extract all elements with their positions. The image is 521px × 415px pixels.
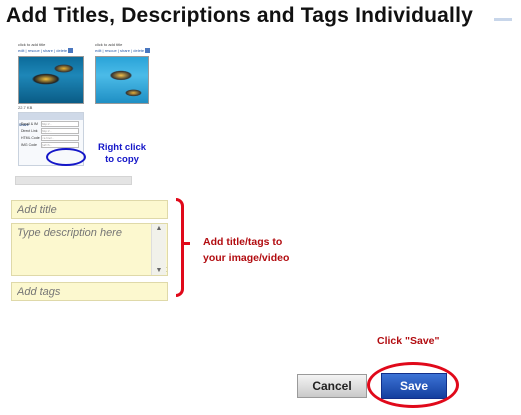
title-input[interactable] — [11, 200, 168, 219]
thumbnail-actions[interactable]: edit | rescue | share | delete — [95, 48, 151, 54]
share-row-label: IMG Code — [21, 142, 37, 147]
blurred-strip — [15, 176, 132, 185]
page-title: Add Titles, Descriptions and Tags Indivi… — [6, 4, 474, 27]
share-row-html: HTML Code <a href... — [19, 134, 83, 141]
share-row-img: IMG Code [url=h... — [19, 141, 83, 148]
annotation-bracket-tip — [182, 242, 190, 245]
thumbnail-caption[interactable]: click to add title — [18, 42, 45, 47]
annotation-bracket — [176, 198, 184, 297]
share-row-direct: Direct Link http://... — [19, 127, 83, 134]
file-size: 22.7 KB — [18, 105, 33, 110]
image-thumbnail[interactable] — [95, 56, 149, 104]
share-code-field[interactable]: [url=h... — [41, 141, 79, 148]
share-panel-header: Share — [19, 113, 83, 127]
right-click-callout: Right click to copy — [98, 142, 146, 166]
scroll-down-icon[interactable]: ▼ — [152, 266, 166, 275]
callout-line: Add title/tags to — [203, 236, 283, 248]
title-decoration — [494, 18, 512, 21]
share-code-field[interactable]: http://... — [41, 120, 79, 127]
tags-input[interactable] — [11, 282, 168, 301]
callout-line: Right click — [98, 142, 147, 153]
callout-line: to copy — [105, 154, 139, 165]
settings-icon[interactable] — [145, 48, 151, 54]
image-thumbnail[interactable] — [18, 56, 84, 104]
callout-ellipse — [46, 148, 86, 166]
thumbnail-actions-text[interactable]: edit | rescue | share | delete — [95, 48, 144, 53]
add-title-callout: Add title/tags to your image/video — [203, 234, 289, 266]
description-scrollbar[interactable]: ▲ ▼ — [151, 224, 166, 275]
cancel-button[interactable]: Cancel — [297, 374, 367, 398]
share-code-field[interactable]: <a href... — [41, 134, 79, 141]
thumbnail-caption[interactable]: click to add title — [95, 42, 122, 47]
share-code-field[interactable]: http://... — [41, 127, 79, 134]
settings-icon[interactable] — [68, 48, 74, 54]
share-row-label: HTML Code — [21, 135, 40, 140]
thumbnail-actions-text[interactable]: edit | rescue | share | delete — [18, 48, 67, 53]
share-row-label: Direct Link — [21, 128, 38, 133]
share-row-label: Email & IM — [21, 121, 38, 126]
thumbnail-actions[interactable]: edit | rescue | share | delete — [18, 48, 74, 54]
click-save-callout: Click "Save" — [377, 335, 440, 347]
callout-line: your image/video — [203, 252, 290, 264]
description-textarea[interactable] — [11, 223, 168, 276]
scroll-up-icon[interactable]: ▲ — [152, 224, 166, 233]
save-annotation-ellipse — [367, 362, 459, 408]
